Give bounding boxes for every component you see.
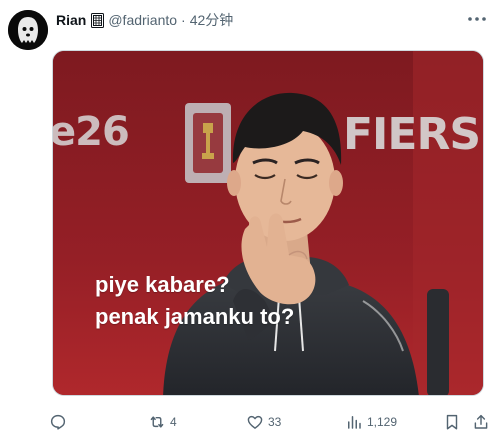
display-name[interactable]: Rian — [56, 12, 86, 28]
user-handle[interactable]: @fadrianto — [108, 12, 177, 28]
retweet-count: 4 — [170, 415, 177, 429]
bookmark-button[interactable] — [443, 410, 461, 434]
share-icon — [472, 413, 490, 431]
like-count: 33 — [268, 415, 282, 429]
timestamp[interactable]: 42分钟 — [190, 10, 234, 30]
reply-button[interactable] — [49, 410, 71, 434]
views-icon — [345, 413, 363, 431]
tweet-header: Rian @fadrianto · 42分钟 — [56, 10, 233, 30]
background-text-left: e26 — [52, 109, 130, 155]
like-button[interactable]: 33 — [246, 410, 281, 434]
share-button[interactable] — [472, 410, 490, 434]
meme-photo — [53, 51, 483, 395]
ghost-avatar-icon[interactable] — [8, 10, 48, 50]
view-count: 1,129 — [367, 415, 398, 429]
badge-icon — [91, 12, 105, 28]
caption-line-1: piye kabare? — [95, 272, 230, 297]
bookmark-icon — [443, 413, 461, 431]
reply-icon — [49, 413, 67, 431]
caption-line-2: penak jamanku to? — [95, 304, 295, 329]
more-options-icon[interactable] — [466, 10, 488, 28]
meme-caption: piye kabare? penak jamanku to? — [95, 269, 294, 333]
retweet-icon — [148, 413, 166, 431]
separator-dot: · — [181, 12, 186, 28]
tweet-actions: 4 33 1,129 — [0, 410, 500, 434]
tweet-card[interactable]: Rian @fadrianto · 42分钟 e26 FIERS piye ka… — [0, 0, 500, 440]
retweet-button[interactable]: 4 — [148, 410, 177, 434]
background-text-right: FIERS — [343, 109, 481, 160]
views-button[interactable]: 1,129 — [345, 410, 397, 434]
tweet-media-image[interactable]: e26 FIERS piye kabare? penak jamanku to? — [52, 50, 484, 396]
heart-icon — [246, 413, 264, 431]
